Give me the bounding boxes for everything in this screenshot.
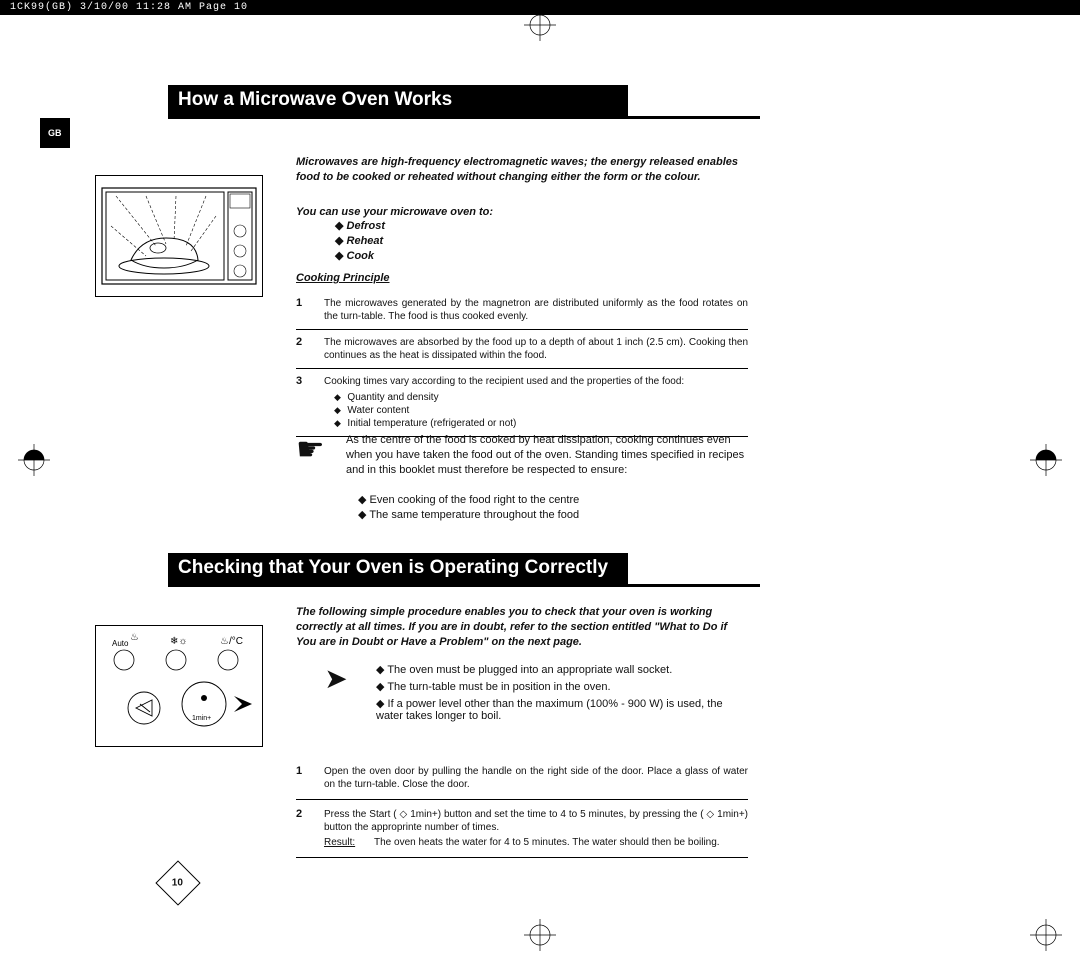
section1-intro: Microwaves are high-frequency electromag… [296, 155, 746, 185]
step-2: 2 The microwaves are absorbed by the foo… [296, 330, 748, 369]
preconditions-block: ➤ The oven must be plugged into an appro… [296, 663, 748, 726]
cooking-principle-heading: Cooking Principle [296, 271, 390, 286]
step-number: 2 [296, 808, 324, 849]
step-text-lead: Cooking times vary according to the reci… [324, 376, 684, 387]
step-number: 1 [296, 765, 324, 791]
precondition-c: If a power level other than the maximum … [376, 697, 748, 722]
step-text: Cooking times vary according to the reci… [324, 375, 748, 430]
step-text: Open the oven door by pulling the handle… [324, 765, 748, 791]
step2-lead: Press the Start ( ◇ 1min+) button and se… [324, 809, 748, 833]
svg-text:♨: ♨ [130, 632, 139, 643]
section1-youcan: You can use your microwave oven to: [296, 205, 746, 220]
arrow-right-icon: ➤ [296, 663, 376, 726]
page: GB How a Microwave Oven Works Microwave [0, 15, 1080, 945]
svg-text:❄☼: ❄☼ [170, 636, 188, 647]
page-number: 10 [172, 878, 183, 889]
auto-label: Auto [112, 639, 129, 648]
section1-title: How a Microwave Oven Works [168, 85, 628, 119]
crop-mark-bottom-right-icon [1026, 915, 1066, 955]
precondition-b: The turn-table must be in position in th… [376, 680, 748, 693]
preconditions-list: The oven must be plugged into an appropr… [376, 663, 748, 726]
step-number: 3 [296, 375, 324, 430]
step-text: The microwaves are absorbed by the food … [324, 336, 748, 362]
check-step-1: 1 Open the oven door by pulling the hand… [296, 757, 748, 800]
use-reheat: Reheat [335, 234, 385, 249]
crop-mark-bottom-center-icon [520, 915, 560, 955]
use-defrost: Defrost [335, 219, 385, 234]
step-number: 2 [296, 336, 324, 362]
check-steps: 1 Open the oven door by pulling the hand… [296, 757, 748, 858]
section2-title: Checking that Your Oven is Operating Cor… [168, 553, 628, 587]
tip-a: Even cooking of the food right to the ce… [358, 493, 758, 506]
pointing-hand-icon: ☛ [296, 433, 346, 478]
microwave-diagram-illustration [95, 175, 263, 297]
svg-text:1min+: 1min+ [192, 715, 211, 722]
note-text: As the centre of the food is cooked by h… [346, 433, 748, 478]
step-text: The microwaves generated by the magnetro… [324, 297, 748, 323]
result-label: Result: [324, 836, 374, 849]
page-number-badge: 10 [155, 860, 200, 905]
result-text: The oven heats the water for 4 to 5 minu… [374, 836, 748, 849]
section2-intro: The following simple procedure enables y… [296, 605, 748, 650]
section1-uses-list: Defrost Reheat Cook [335, 219, 385, 264]
cooking-principle-steps: 1 The microwaves generated by the magnet… [296, 291, 748, 437]
use-cook: Cook [335, 249, 385, 264]
svg-text:♨/°C: ♨/°C [220, 636, 243, 647]
tip-b: The same temperature throughout the food [358, 508, 758, 521]
crop-mark-left-center-icon [14, 440, 54, 480]
step-3: 3 Cooking times vary according to the re… [296, 369, 748, 437]
control-panel-illustration: Auto ♨ ❄☼ ♨/°C 1min+ [95, 625, 263, 747]
step3-sub-a: Quantity and density [324, 391, 748, 404]
region-tab: GB [40, 118, 70, 148]
step-text: Press the Start ( ◇ 1min+) button and se… [324, 808, 748, 849]
step-number: 1 [296, 297, 324, 323]
precondition-a: The oven must be plugged into an appropr… [376, 663, 748, 676]
step3-sub-c: Initial temperature (refrigerated or not… [324, 417, 748, 430]
crop-mark-top-center-icon [520, 5, 560, 45]
note-block: ☛ As the centre of the food is cooked by… [296, 433, 748, 478]
step-1: 1 The microwaves generated by the magnet… [296, 291, 748, 330]
check-step-2: 2 Press the Start ( ◇ 1min+) button and … [296, 800, 748, 858]
crop-mark-right-center-icon [1026, 440, 1066, 480]
step3-sub-b: Water content [324, 404, 748, 417]
note-bullets: Even cooking of the food right to the ce… [358, 491, 758, 523]
